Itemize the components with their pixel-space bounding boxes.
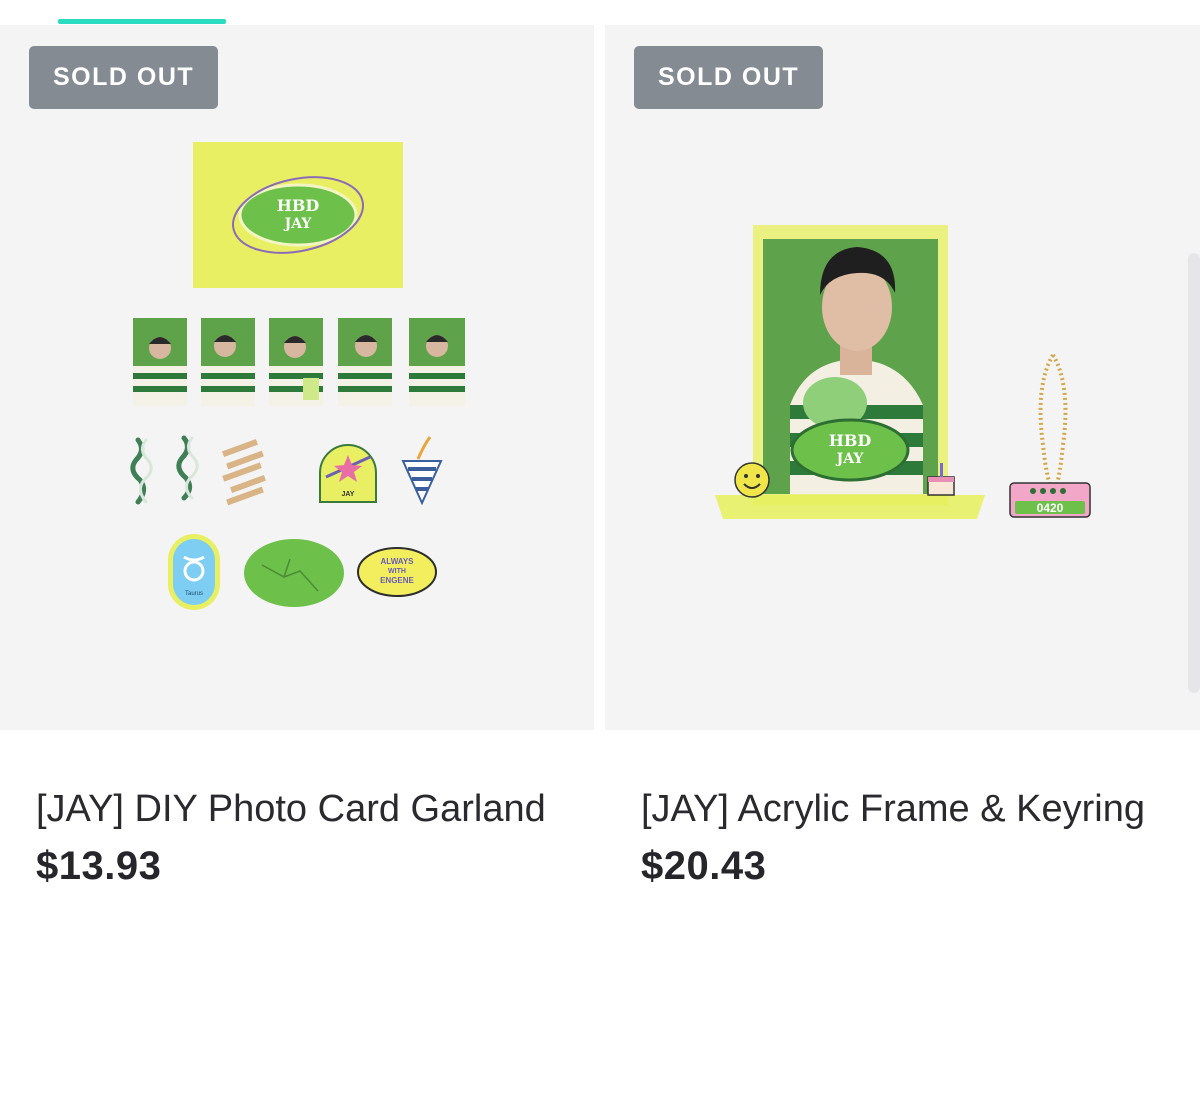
plaque-text-1: HBD [829,431,872,450]
cone-sticker [401,436,443,506]
product-title[interactable]: [JAY] DIY Photo Card Garland [36,780,556,838]
ball-chain [1038,353,1068,497]
product-title[interactable]: [JAY] Acrylic Frame & Keyring [641,780,1161,838]
always-with-engene-pin: ALWAYS WITH ENGENE [357,547,437,597]
scrollbar-thumb[interactable] [1188,253,1200,693]
smiley-sticker [734,462,770,498]
taurus-label: Taurus [185,591,203,597]
wooden-clips [222,439,266,506]
constellation-pin [244,539,344,607]
taurus-pin: Taurus [168,534,220,610]
product-image[interactable]: HBD JAY JAY Taurus ALWAYS WITH ENGENE SO… [0,25,594,730]
garland-set-illustration: HBD JAY JAY Taurus ALWAYS WITH ENGENE [130,142,465,610]
sold-out-badge: SOLD OUT [29,46,219,109]
twine-bundles [130,435,199,505]
active-tab-indicator [58,19,226,24]
acrylic-base [715,495,985,519]
sold-out-badge: SOLD OUT [634,46,824,109]
hbd-card-text-1: HBD [277,196,320,215]
keyring-tag: 0420 [1009,482,1091,518]
product-card-acrylic-frame-keyring[interactable]: HBD JAY 0420 SOLD OUT [JAY] Acrylic Fram… [605,25,1200,888]
product-price: $13.93 [36,844,162,888]
pin-text-3: ENGENE [380,576,414,585]
hbd-jay-plaque: HBD JAY [790,418,910,482]
acrylic-frame-illustration: HBD JAY 0420 [715,225,1091,519]
keyring-text: 0420 [1037,501,1064,515]
product-price: $20.43 [641,844,767,888]
pin-text-1: ALWAYS [380,557,414,566]
product-card-diy-photo-card-garland[interactable]: HBD JAY JAY Taurus ALWAYS WITH ENGENE SO… [0,25,594,888]
product-image[interactable]: HBD JAY 0420 SOLD OUT [605,25,1200,730]
pin-text-2: WITH [388,568,406,575]
arch-sticker: JAY [319,444,377,503]
plaque-text-2: JAY [835,451,865,467]
arch-sticker-text: JAY [342,491,355,498]
photo-cards [133,318,465,406]
hbd-card-text-2: JAY [283,216,313,232]
